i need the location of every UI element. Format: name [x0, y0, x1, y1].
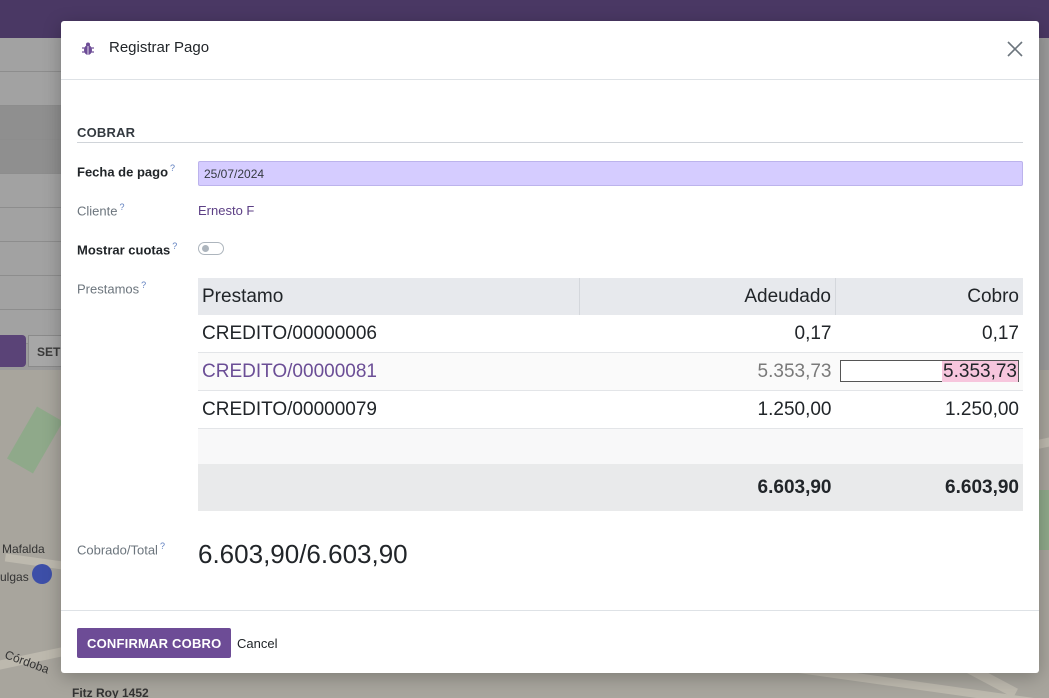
section-title: COBRAR — [77, 125, 136, 140]
loan-cell: CREDITO/00000006 — [198, 315, 580, 353]
bug-icon — [82, 42, 94, 55]
owed-cell: 0,17 — [579, 315, 836, 353]
dialog-header: Registrar Pago — [61, 21, 1039, 80]
column-header-loan[interactable]: Prestamo — [198, 278, 580, 315]
column-header-owed[interactable]: Adeudado — [579, 278, 836, 315]
loan-cell: CREDITO/00000081 — [198, 352, 580, 391]
charge-cell: 5.353,73 — [835, 352, 1023, 391]
loan-cell: CREDITO/00000079 — [198, 390, 580, 429]
payment-date-input[interactable] — [198, 161, 1023, 186]
help-icon[interactable]: ? — [141, 280, 146, 290]
register-payment-dialog: Registrar Pago COBRAR Fecha de pago? Cli… — [61, 21, 1039, 673]
close-icon[interactable] — [1005, 39, 1025, 59]
toggle-knob — [202, 245, 209, 252]
charge-input-value: 5.353,73 — [942, 361, 1018, 383]
empty-row — [198, 428, 1023, 464]
table-row[interactable]: CREDITO/00000081 5.353,73 5.353,73 — [198, 352, 1023, 391]
loans-table: Prestamo Adeudado Cobro CREDITO/00000006… — [198, 278, 1023, 511]
help-icon[interactable]: ? — [119, 202, 124, 212]
owed-cell: 5.353,73 — [579, 352, 836, 391]
charge-cell[interactable]: 0,17 — [835, 315, 1023, 353]
section-divider — [77, 142, 1023, 143]
table-header-row: Prestamo Adeudado Cobro — [198, 278, 1023, 315]
totals-spacer — [198, 464, 580, 511]
show-installments-toggle[interactable] — [198, 242, 224, 255]
owed-cell: 1.250,00 — [579, 390, 836, 429]
total-charge: 6.603,90 — [835, 464, 1023, 511]
charge-input[interactable]: 5.353,73 — [840, 360, 1019, 383]
confirm-charge-button[interactable]: CONFIRMAR COBRO — [77, 628, 232, 658]
total-owed: 6.603,90 — [579, 464, 836, 511]
table-row[interactable]: CREDITO/00000079 1.250,00 1.250,00 — [198, 390, 1023, 429]
client-label: Cliente? — [77, 202, 125, 219]
dialog-footer: CONFIRMAR COBRO Cancel — [61, 610, 1039, 674]
cancel-button[interactable]: Cancel — [231, 628, 283, 658]
dialog-title: Registrar Pago — [109, 39, 210, 56]
client-link[interactable]: Ernesto F — [198, 203, 254, 218]
show-installments-label: Mostrar cuotas? — [77, 241, 178, 258]
collected-total-label: Cobrado/Total? — [77, 541, 165, 558]
help-icon[interactable]: ? — [170, 163, 175, 173]
payment-date-label: Fecha de pago? — [77, 163, 176, 180]
table-row[interactable]: CREDITO/00000006 0,17 0,17 — [198, 315, 1023, 353]
help-icon[interactable]: ? — [160, 541, 165, 551]
loans-label: Prestamos? — [77, 280, 147, 297]
help-icon[interactable]: ? — [172, 241, 177, 251]
column-header-charge[interactable]: Cobro — [835, 278, 1023, 315]
totals-row: 6.603,90 6.603,90 — [198, 464, 1023, 511]
charge-cell[interactable]: 1.250,00 — [835, 390, 1023, 429]
collected-total-value: 6.603,90/6.603,90 — [198, 539, 408, 569]
